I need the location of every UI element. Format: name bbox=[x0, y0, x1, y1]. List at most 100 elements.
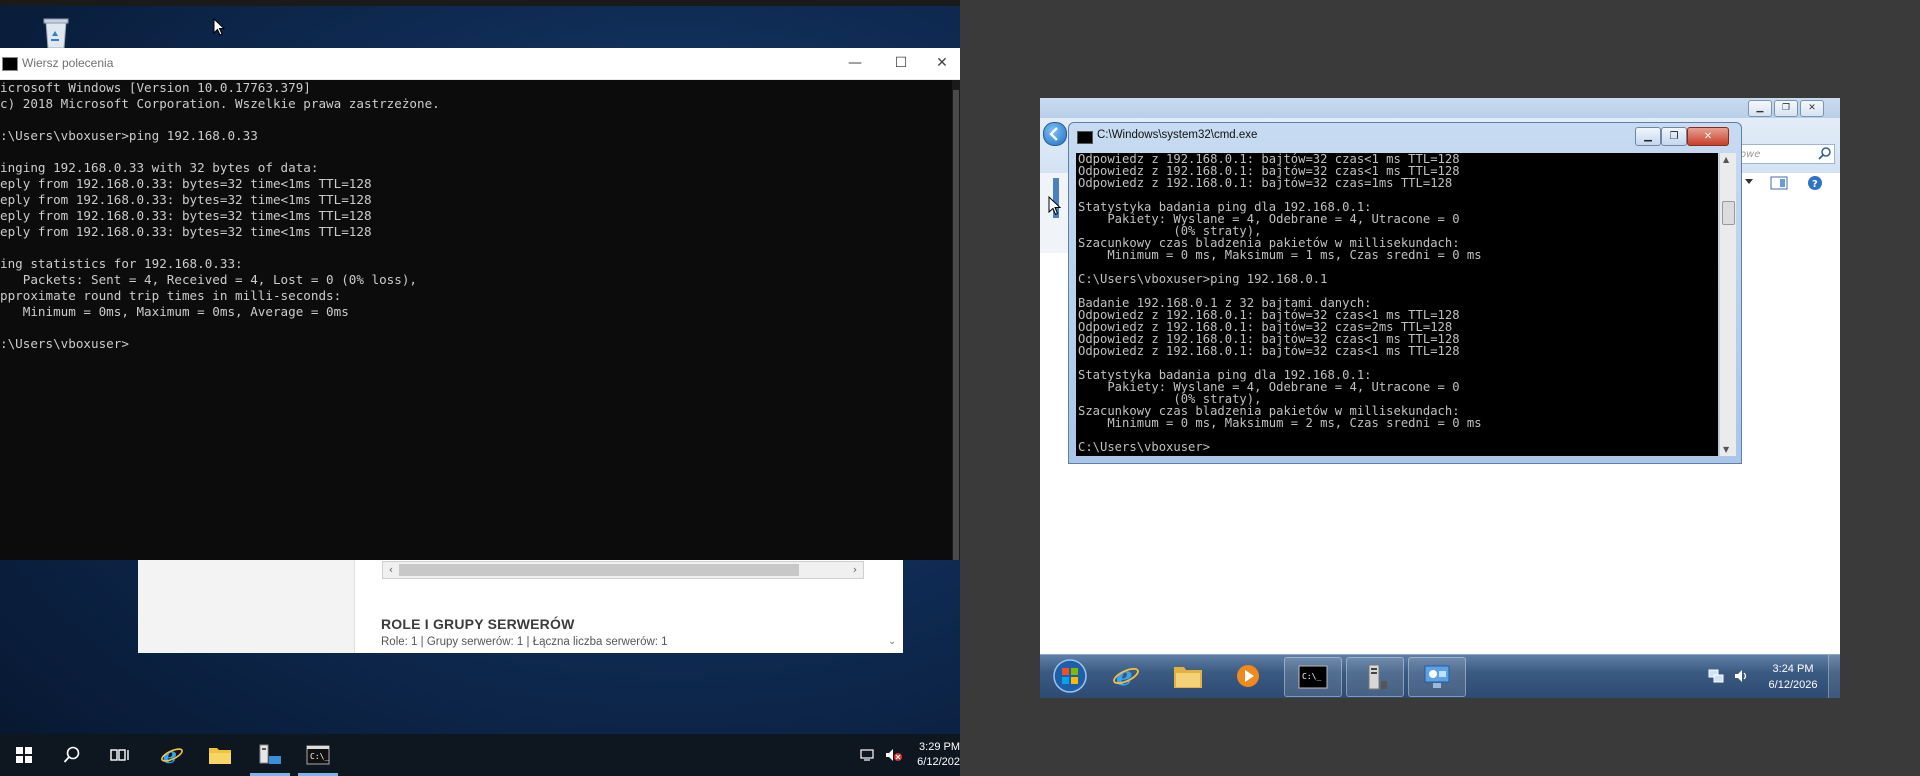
scrollbar-thumb[interactable] bbox=[1722, 201, 1735, 225]
left-vm-screen: ‹ › ROLE I GRUPY SERWERÓW Role: 1 | Grup… bbox=[0, 0, 960, 776]
console-line: Packets: Sent = 4, Received = 4, Lost = … bbox=[0, 272, 418, 287]
console-line: Odpowiedz z 192.168.0.1: bajtów=32 czas=… bbox=[1078, 176, 1453, 190]
taskbar-left: e C:\_ 3:29 PM 6/12/202 bbox=[0, 734, 960, 776]
taskbar-clock[interactable]: 3:24 PM 6/12/2026 bbox=[1762, 661, 1824, 693]
taskbar-server-manager[interactable] bbox=[246, 734, 294, 776]
roles-groups-summary: Role: 1 | Grupy serwerów: 1 | Łączna lic… bbox=[381, 636, 668, 648]
show-desktop-button[interactable] bbox=[1828, 655, 1840, 698]
windows-logo-icon bbox=[16, 747, 32, 763]
maximize-button[interactable]: ☐ bbox=[878, 48, 924, 79]
server-manager-icon bbox=[259, 744, 281, 764]
taskbar-clock[interactable]: 3:29 PM 6/12/202 bbox=[910, 740, 960, 770]
cmd-app-icon bbox=[2, 57, 18, 71]
start-button[interactable] bbox=[0, 734, 48, 776]
network-icon bbox=[860, 749, 874, 761]
cmd-window-title: C:\Windows\system32\cmd.exe bbox=[1097, 129, 1258, 141]
right-vm-screen: ▁ ❐ ✕ owe ? C:\Windows\system32\cmd.exe … bbox=[1040, 98, 1840, 698]
command-prompt-icon: C:\_ bbox=[1298, 665, 1328, 689]
horizontal-scrollbar[interactable]: ‹ › bbox=[382, 561, 864, 579]
start-orb-button[interactable] bbox=[1046, 657, 1094, 695]
scroll-right-button[interactable]: › bbox=[847, 562, 863, 578]
search-icon bbox=[63, 746, 80, 763]
volume-tray-icon[interactable] bbox=[1730, 657, 1754, 695]
console-line: eply from 192.168.0.33: bytes=32 time<1m… bbox=[0, 176, 372, 191]
console-line: :\Users\vboxuser> bbox=[0, 336, 129, 351]
explorer-minimize-button[interactable]: ▁ bbox=[1748, 100, 1772, 117]
cmd-app-icon bbox=[1077, 131, 1093, 144]
taskbar-control-panel[interactable] bbox=[1408, 657, 1466, 697]
roles-groups-heading: ROLE I GRUPY SERWERÓW bbox=[381, 616, 575, 632]
volume-tray-icon[interactable] bbox=[882, 734, 906, 776]
minimize-button[interactable]: ▁ bbox=[1635, 127, 1661, 146]
explorer-close-button[interactable]: ✕ bbox=[1800, 100, 1824, 117]
svg-text:?: ? bbox=[1812, 179, 1818, 190]
recycle-bin-icon[interactable] bbox=[38, 14, 74, 50]
taskbar-right: e C:\_ 3:24 PM 6/12/2026 bbox=[1040, 654, 1840, 698]
taskbar-media-player[interactable] bbox=[1224, 657, 1272, 695]
cmd-vertical-scrollbar[interactable] bbox=[952, 80, 960, 560]
network-tray-icon[interactable] bbox=[1704, 657, 1728, 695]
scrollbar-thumb[interactable] bbox=[399, 564, 799, 576]
maximize-button[interactable]: ❐ bbox=[1661, 127, 1687, 146]
cmd-window-left[interactable]: Wiersz polecenia — ☐ ✕ icrosoft Windows … bbox=[0, 48, 960, 560]
scroll-down-arrow-icon[interactable]: ▼ bbox=[1723, 445, 1729, 454]
console-line: Minimum = 0 ms, Maksimum = 2 ms, Czas sr… bbox=[1078, 416, 1482, 430]
task-view-button[interactable] bbox=[96, 734, 144, 776]
taskbar-internet-explorer[interactable]: e bbox=[148, 734, 196, 776]
back-button[interactable] bbox=[1043, 122, 1067, 146]
network-icon bbox=[1708, 669, 1724, 683]
taskbar-server-app[interactable] bbox=[1346, 657, 1404, 697]
close-button[interactable]: ✕ bbox=[1687, 127, 1729, 146]
cmd-console-output[interactable]: Odpowiedz z 192.168.0.1: bajtów=32 czas<… bbox=[1076, 153, 1718, 456]
search-icon[interactable] bbox=[1818, 146, 1832, 160]
volume-icon bbox=[1735, 670, 1747, 682]
control-panel-icon bbox=[1424, 665, 1450, 688]
scroll-left-button[interactable]: ‹ bbox=[383, 562, 399, 578]
search-button[interactable] bbox=[48, 734, 96, 776]
cmd-vertical-scrollbar[interactable]: ▲ ▼ bbox=[1719, 153, 1736, 456]
task-view-icon bbox=[110, 749, 129, 761]
clock-date: 6/12/2026 bbox=[1768, 679, 1818, 691]
cmd-titlebar[interactable]: Wiersz polecenia — ☐ ✕ bbox=[0, 48, 960, 80]
console-line: icrosoft Windows [Version 10.0.17763.379… bbox=[0, 80, 311, 95]
console-line: pproximate round trip times in milli-sec… bbox=[0, 288, 342, 303]
minimize-button[interactable]: — bbox=[832, 48, 878, 79]
cmd-window-title: Wiersz polecenia bbox=[22, 56, 114, 70]
explorer-titlebar[interactable]: ▁ ❐ ✕ bbox=[1040, 98, 1840, 118]
clock-date: 6/12/202 bbox=[917, 756, 960, 768]
console-line: C:\Users\vboxuser> bbox=[1078, 440, 1211, 454]
taskbar-command-prompt[interactable]: C:\_ bbox=[294, 734, 342, 776]
scrollbar-thumb[interactable] bbox=[953, 90, 959, 560]
svg-text:e: e bbox=[1116, 662, 1133, 690]
mouse-cursor-icon bbox=[1048, 196, 1062, 216]
console-line: eply from 192.168.0.33: bytes=32 time<1m… bbox=[0, 208, 372, 223]
clock-time: 3:29 PM bbox=[919, 741, 960, 753]
taskbar-command-prompt[interactable]: C:\_ bbox=[1284, 657, 1342, 697]
close-button[interactable]: ✕ bbox=[924, 48, 960, 79]
network-tray-icon[interactable] bbox=[856, 734, 880, 776]
command-prompt-icon: C:\_ bbox=[306, 745, 330, 765]
cmd-console-output[interactable]: icrosoft Windows [Version 10.0.17763.379… bbox=[0, 80, 952, 560]
console-line: Minimum = 0 ms, Maksimum = 1 ms, Czas sr… bbox=[1078, 248, 1482, 262]
cmd-window-right[interactable]: C:\Windows\system32\cmd.exe ▁ ❐ ✕ Odpowi… bbox=[1068, 122, 1742, 464]
console-line: :\Users\vboxuser>ping 192.168.0.33 bbox=[0, 128, 258, 143]
taskbar-file-explorer[interactable] bbox=[196, 734, 244, 776]
server-icon bbox=[1368, 664, 1387, 690]
console-line: C:\Users\vboxuser>ping 192.168.0.1 bbox=[1078, 272, 1328, 286]
taskbar-windows-explorer[interactable] bbox=[1164, 657, 1212, 695]
taskbar-internet-explorer[interactable]: e bbox=[1102, 657, 1150, 695]
mouse-cursor-icon bbox=[213, 17, 226, 36]
scroll-up-arrow-icon[interactable]: ▲ bbox=[1723, 155, 1729, 164]
console-line: Minimum = 0ms, Maximum = 0ms, Average = … bbox=[0, 304, 349, 319]
explorer-restore-button[interactable]: ❐ bbox=[1774, 100, 1798, 117]
console-line: ing statistics for 192.168.0.33: bbox=[0, 256, 243, 271]
preview-pane-icon[interactable] bbox=[1770, 176, 1788, 190]
chevron-down-icon[interactable] bbox=[1744, 178, 1754, 186]
volume-muted-icon bbox=[886, 749, 902, 761]
help-icon[interactable]: ? bbox=[1807, 175, 1823, 191]
chevron-down-icon[interactable]: ⌄ bbox=[888, 636, 896, 647]
folder-icon bbox=[1174, 667, 1202, 688]
